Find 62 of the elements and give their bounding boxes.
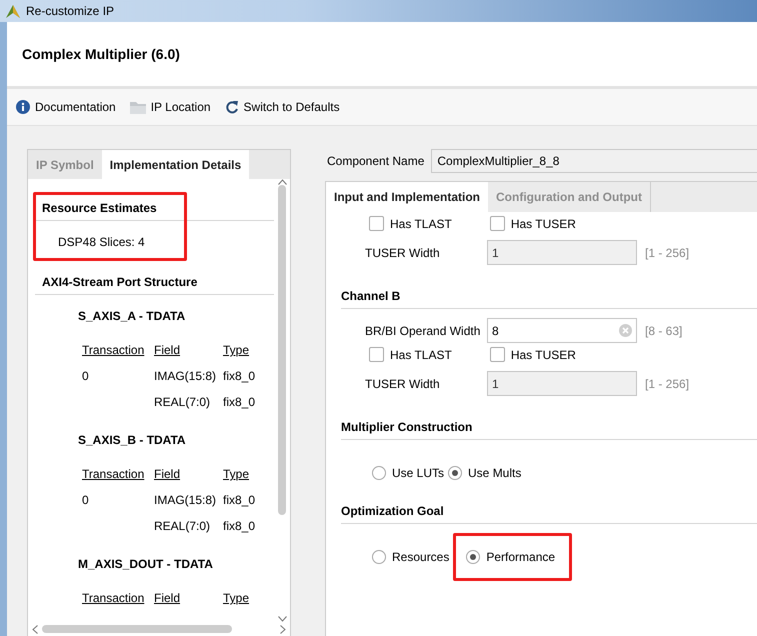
toolbar-button[interactable]: Switch to Defaults	[224, 100, 340, 114]
table-cell-text: 0	[82, 369, 90, 383]
resource-text: DSP48 Slices: 4	[57, 234, 146, 249]
column-header: Field	[154, 591, 182, 605]
radio-button[interactable]: Performance	[466, 550, 556, 564]
toolbar-button[interactable]: IP Location	[130, 100, 211, 114]
scrollbar-thumb[interactable]	[278, 185, 286, 515]
field-label: BR/BI Operand Width	[365, 324, 482, 338]
column-header: Field	[154, 343, 182, 357]
checkbox[interactable]: Has TUSER	[490, 216, 576, 231]
port-name: S_AXIS_B - TDATA	[78, 432, 187, 447]
table-cell-text: IMAG(15:8)	[154, 493, 218, 507]
checkbox[interactable]: Has TUSER	[490, 347, 576, 362]
table-cell-text: IMAG(15:8)	[154, 369, 218, 383]
radio-button[interactable]: Resources	[372, 550, 450, 564]
table-cell-text: fix8_0	[223, 519, 256, 533]
checkbox[interactable]: Has TLAST	[369, 347, 452, 362]
column-header: Type	[223, 343, 250, 357]
field-label: Component Name	[327, 154, 424, 168]
section-heading: Channel B	[341, 265, 757, 309]
input-field[interactable]: ComplexMultiplier_8_8	[431, 149, 757, 173]
port-name: M_AXIS_DOUT - TDATA	[78, 556, 214, 571]
table-cell-text: 0	[82, 493, 90, 507]
scroll-left-icon[interactable]	[32, 624, 38, 634]
table-cell-text: fix8_0	[223, 369, 256, 383]
dialog-title: Complex Multiplier (6.0)	[22, 46, 180, 62]
scroll-up-icon[interactable]	[278, 179, 286, 185]
window-title: Re-customize IP	[26, 4, 114, 18]
column-header: Transaction	[82, 343, 146, 357]
refresh-icon	[224, 100, 239, 114]
field-label: TUSER Width	[365, 246, 441, 260]
input-field[interactable]: 8	[487, 318, 637, 343]
port-name: S_AXIS_A - TDATA	[78, 308, 186, 323]
checkbox[interactable]: Has TLAST	[369, 216, 452, 231]
app-logo-icon	[6, 4, 20, 18]
column-header: Field	[154, 467, 182, 481]
table-cell-text: REAL(7:0)	[154, 519, 212, 533]
scroll-right-icon[interactable]	[280, 624, 286, 634]
section-heading: AXI4-Stream Port Structure	[35, 249, 274, 295]
section-heading: Resource Estimates	[35, 179, 274, 221]
table-cell-text: fix8_0	[223, 493, 256, 507]
field-label: TUSER Width	[365, 376, 441, 390]
info-icon	[16, 100, 30, 114]
section-heading: Multiplier Construction	[341, 396, 757, 440]
range-hint: [1 - 256]	[645, 246, 690, 260]
scrollbar-thumb[interactable]	[42, 625, 232, 633]
table-cell-text: REAL(7:0)	[154, 395, 212, 409]
column-header: Type	[223, 467, 250, 481]
column-header: Transaction	[82, 467, 146, 481]
table-cell-text: fix8_0	[223, 395, 256, 409]
toolbar-button[interactable]: Documentation	[16, 100, 116, 114]
folder-icon	[130, 100, 146, 114]
section-heading: Optimization Goal	[341, 480, 757, 524]
column-header: Type	[223, 591, 250, 605]
range-hint: [1 - 256]	[645, 376, 690, 390]
tab[interactable]: Input and Implementation	[326, 182, 488, 212]
tab[interactable]: Implementation Details	[102, 150, 250, 179]
radio-button[interactable]: Use Mults	[448, 466, 522, 480]
range-hint: [8 - 63]	[645, 324, 682, 338]
scroll-down-icon[interactable]	[278, 616, 286, 622]
column-header: Transaction	[82, 591, 146, 605]
radio-button[interactable]: Use LUTs	[372, 466, 444, 480]
